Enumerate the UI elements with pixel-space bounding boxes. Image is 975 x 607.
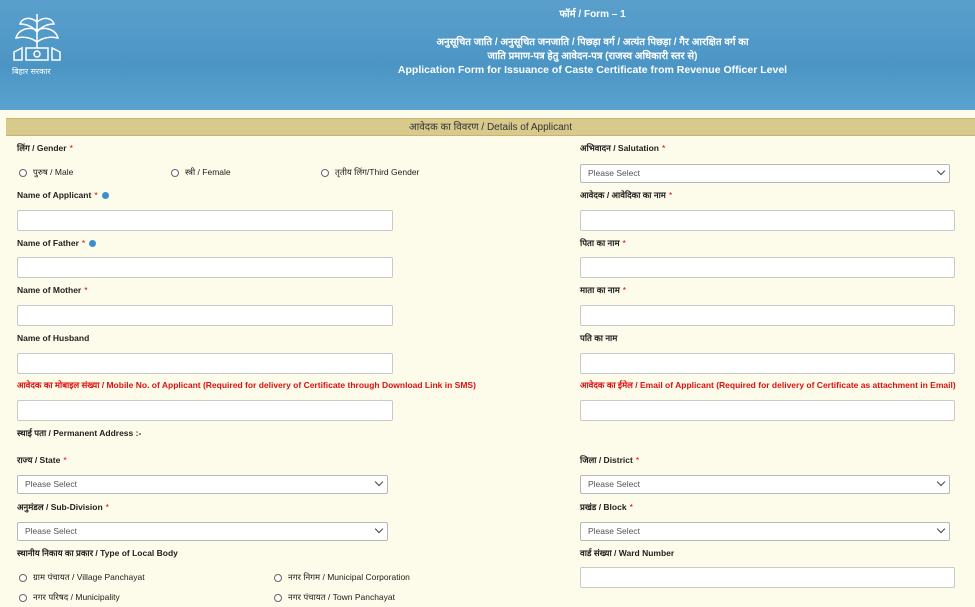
- local-body-radio-municipality[interactable]: नगर परिषद / Municipality: [19, 592, 120, 603]
- name-husband-label: Name of Husband: [17, 333, 90, 343]
- block-label: प्रखंड / Block *: [580, 502, 633, 512]
- radio-circle[interactable]: [321, 168, 329, 177]
- subdivision-label: अनुमंडल / Sub-Division *: [17, 502, 109, 512]
- salutation-label: अभिवादन / Salutation *: [580, 143, 666, 153]
- radio-circle[interactable]: [274, 593, 282, 602]
- name-father-hindi-input[interactable]: [580, 257, 955, 278]
- local-body-radio-municipal-corporation[interactable]: नगर निगम / Municipal Corporation: [274, 572, 410, 583]
- name-father-input[interactable]: [17, 257, 393, 278]
- chevron-down-icon: [936, 166, 946, 176]
- gender-radio-female[interactable]: स्त्री / Female: [171, 167, 231, 178]
- form-number: फॉर्म / Form – 1: [559, 9, 626, 20]
- name-applicant-hindi-input[interactable]: [580, 210, 955, 231]
- name-mother-hindi-label: माता का नाम *: [580, 285, 627, 295]
- radio-circle[interactable]: [19, 573, 27, 582]
- title-english: Application Form for Issuance of Caste C…: [397, 64, 788, 76]
- local-body-radio-town-panchayat[interactable]: नगर पंचायत / Town Panchayat: [274, 592, 395, 603]
- name-applicant-hindi-label: आवेदक / आवेदिका का नाम *: [580, 190, 673, 200]
- subdivision-select[interactable]: Please Select: [17, 522, 388, 541]
- title-hindi-line2: जाति प्रमाण-पत्र हेतु आवेदन-पत्र (राजस्व…: [487, 51, 698, 62]
- chevron-down-icon: [936, 477, 946, 487]
- state-label: राज्य / State *: [17, 455, 67, 465]
- radio-circle[interactable]: [274, 573, 282, 582]
- name-father-label: Name of Father *: [17, 238, 97, 248]
- radio-circle[interactable]: [19, 168, 27, 177]
- email-label: आवेदक का ईमेल / Email of Applicant (Requ…: [580, 380, 956, 390]
- ward-input[interactable]: [580, 567, 955, 588]
- chevron-down-icon: [374, 477, 384, 487]
- state-select[interactable]: Please Select: [17, 475, 388, 494]
- gender-radio-male[interactable]: पुरुष / Male: [19, 167, 73, 178]
- mobile-label: आवेदक का मोबाइल संख्या / Mobile No. of A…: [17, 380, 476, 390]
- name-mother-input[interactable]: [17, 305, 393, 326]
- block-select[interactable]: Please Select: [580, 522, 950, 541]
- district-label: जिला / District *: [580, 455, 640, 465]
- page-header: बिहार सरकार फॉर्म / Form – 1 अनुसूचित जा…: [0, 0, 975, 110]
- name-mother-hindi-input[interactable]: [580, 305, 955, 326]
- name-mother-label: Name of Mother *: [17, 285, 88, 295]
- name-husband-hindi-label: पति का नाम: [580, 333, 618, 343]
- local-body-label: स्थानीय निकाय का प्रकार / Type of Local …: [17, 548, 178, 558]
- gender-label: लिंग / Gender *: [17, 143, 73, 153]
- permanent-address-heading: स्थाई पता / Permanent Address :-: [17, 428, 142, 438]
- radio-circle[interactable]: [171, 168, 179, 177]
- name-father-hindi-label: पिता का नाम *: [580, 238, 626, 248]
- name-husband-input[interactable]: [17, 353, 393, 374]
- name-applicant-input[interactable]: [17, 210, 393, 231]
- name-applicant-label: Name of Applicant *: [17, 190, 109, 200]
- gender-radio-third[interactable]: तृतीय लिंग/Third Gender: [321, 167, 419, 178]
- local-body-radio-village-panchayat[interactable]: ग्राम पंचायत / Village Panchayat: [19, 572, 145, 583]
- district-select[interactable]: Please Select: [580, 475, 950, 494]
- mobile-input[interactable]: [17, 400, 393, 421]
- radio-circle[interactable]: [19, 593, 27, 602]
- salutation-select[interactable]: Please Select: [580, 164, 950, 183]
- email-input[interactable]: [580, 400, 955, 421]
- title-hindi-line1: अनुसूचित जाति / अनुसूचित जनजाति / पिछड़ा…: [436, 37, 749, 48]
- info-icon[interactable]: [89, 240, 97, 248]
- chevron-down-icon: [936, 524, 946, 534]
- name-husband-hindi-input[interactable]: [580, 353, 955, 374]
- info-icon[interactable]: [101, 192, 109, 200]
- ward-label: वार्ड संख्या / Ward Number: [580, 548, 675, 558]
- section-title-applicant-details: आवेदक का विवरण / Details of Applicant: [6, 118, 975, 136]
- chevron-down-icon: [374, 524, 384, 534]
